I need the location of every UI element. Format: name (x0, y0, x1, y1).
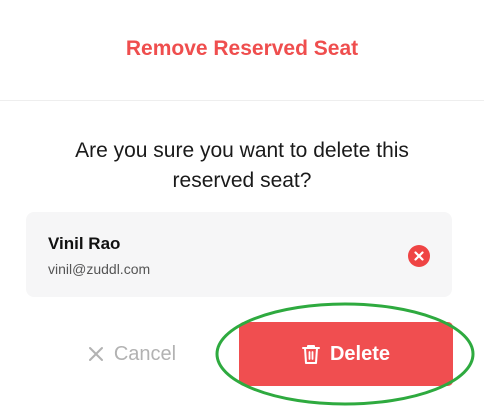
delete-button[interactable]: Delete (239, 322, 453, 386)
confirmation-message: Are you sure you want to delete this res… (0, 136, 484, 196)
attendee-name: Vinil Rao (48, 234, 121, 253)
dialog-header: Remove Reserved Seat (0, 0, 484, 101)
reserved-seat-card: Vinil Rao vinil@zuddl.com (26, 212, 452, 297)
cancel-button[interactable]: Cancel (62, 322, 202, 386)
attendee-email: vinil@zuddl.com (48, 261, 151, 277)
confirmation-message-line1: Are you sure you want to delete this (75, 139, 409, 162)
remove-seat-dialog: Remove Reserved Seat Are you sure you wa… (0, 0, 484, 419)
trash-icon (301, 344, 320, 364)
cancel-button-label: Cancel (113, 342, 177, 365)
close-circle-icon[interactable] (408, 245, 430, 267)
delete-button-label: Delete (329, 342, 391, 365)
dialog-title: Remove Reserved Seat (125, 37, 359, 60)
close-icon (88, 346, 104, 362)
confirmation-message-line2: reserved seat? (172, 169, 312, 192)
